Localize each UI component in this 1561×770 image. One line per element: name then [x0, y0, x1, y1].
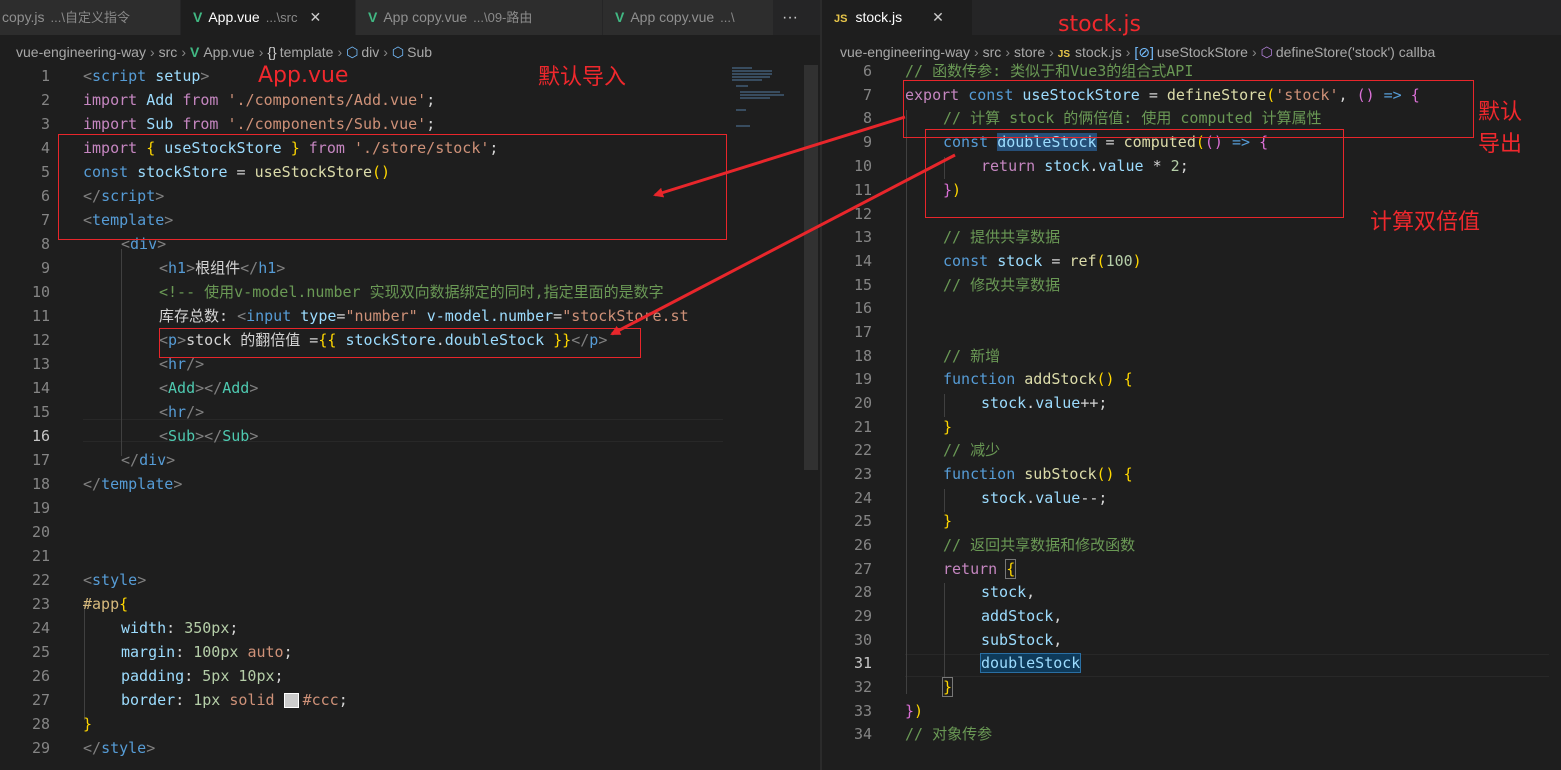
arrow-export-to-import	[653, 115, 906, 198]
annotation-arrows	[610, 115, 956, 336]
arrow-computed-to-template	[610, 153, 956, 336]
